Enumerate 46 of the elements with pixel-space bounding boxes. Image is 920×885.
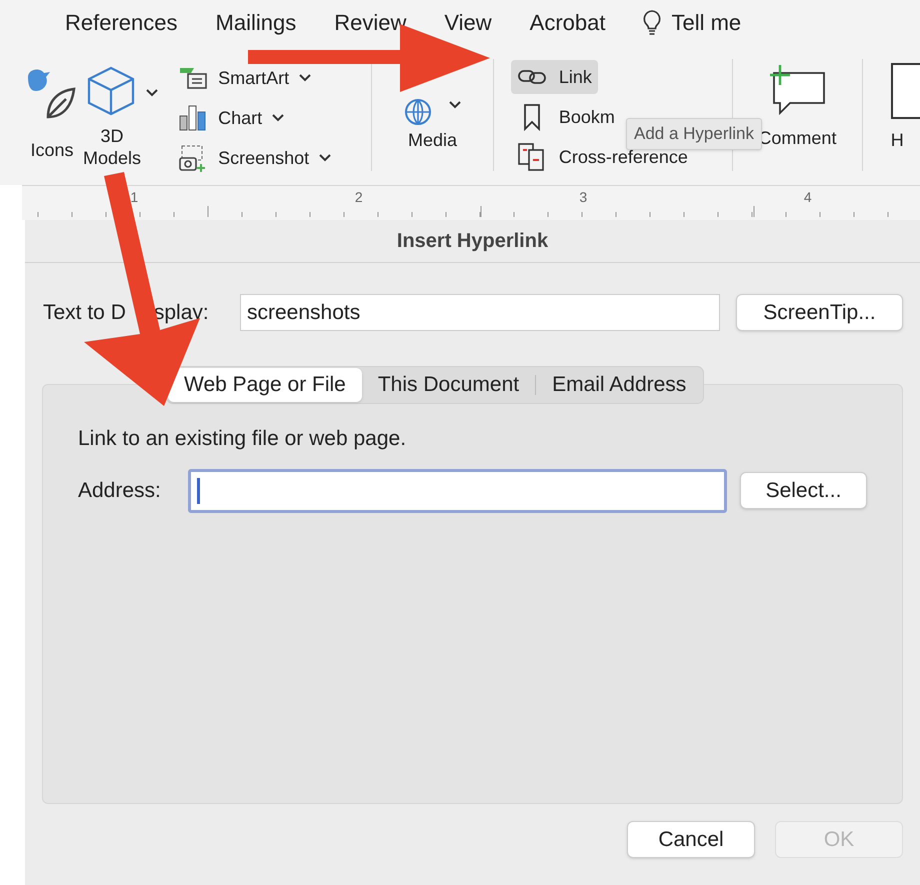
ruler-number: 4 [804,188,812,207]
ribbon-command[interactable]: Screenshot [218,144,310,172]
dialog-button[interactable]: Cancel [627,821,755,858]
ribbon-command[interactable]: Chart [218,104,262,132]
dialog-title: Insert Hyperlink [396,229,548,254]
lightbulb-icon [643,10,662,36]
caret-icon[interactable] [272,114,284,122]
field-label: Text to D [43,300,126,326]
screentip-button[interactable]: ScreenTip... [736,294,903,331]
address-field[interactable] [188,468,727,512]
3d-models-label[interactable]: 3D Models [82,125,142,169]
link-command[interactable]: Bookm [510,100,621,134]
comment-icon[interactable] [768,63,826,117]
caret-icon[interactable] [299,74,312,82]
page-icon[interactable] [890,63,920,119]
bar-chart-icon[interactable] [178,104,208,132]
ruler-number: 1 [130,188,138,207]
ribbon-tab[interactable]: Review [334,6,406,39]
ribbon-command[interactable]: H [890,127,920,154]
globe-icon[interactable] [403,97,434,127]
dialog-tab[interactable]: This Document [362,368,536,402]
ribbon-tab[interactable]: Mailings [216,6,296,39]
caret-icon[interactable] [449,101,462,109]
link-command[interactable]: Link [510,60,598,94]
dialog-tab[interactable]: Email Address [536,368,702,402]
ribbon-tab[interactable]: References [65,6,178,39]
hyperlink-tooltip: Add a Hyperlink [626,118,762,150]
ruler-number: 3 [579,188,588,207]
smartart-icon[interactable] [178,66,208,90]
icons-label[interactable]: Icons [30,137,74,164]
caret-icon[interactable] [319,154,332,162]
ribbon-tab[interactable]: View [444,6,492,39]
dialog-tab[interactable]: Web Page or File [168,368,362,402]
instruction-text: Link to an existing file or web page. [78,426,408,452]
ribbon-tab[interactable]: Acrobat [530,6,606,39]
cube-icon[interactable] [86,65,136,117]
cross-reference-icon [516,142,547,172]
text-to-display-field[interactable]: screenshots [240,294,720,331]
media-label[interactable]: Media [408,127,457,154]
ribbon-command[interactable]: SmartArt [218,64,290,92]
chain-link-icon [516,68,547,86]
ruler-number: 2 [354,188,363,207]
caret-icon[interactable] [146,89,158,97]
tell-me-tab[interactable]: Tell me [671,6,742,39]
select-button[interactable]: Select... [740,472,867,509]
address-label: Address: [78,478,162,504]
